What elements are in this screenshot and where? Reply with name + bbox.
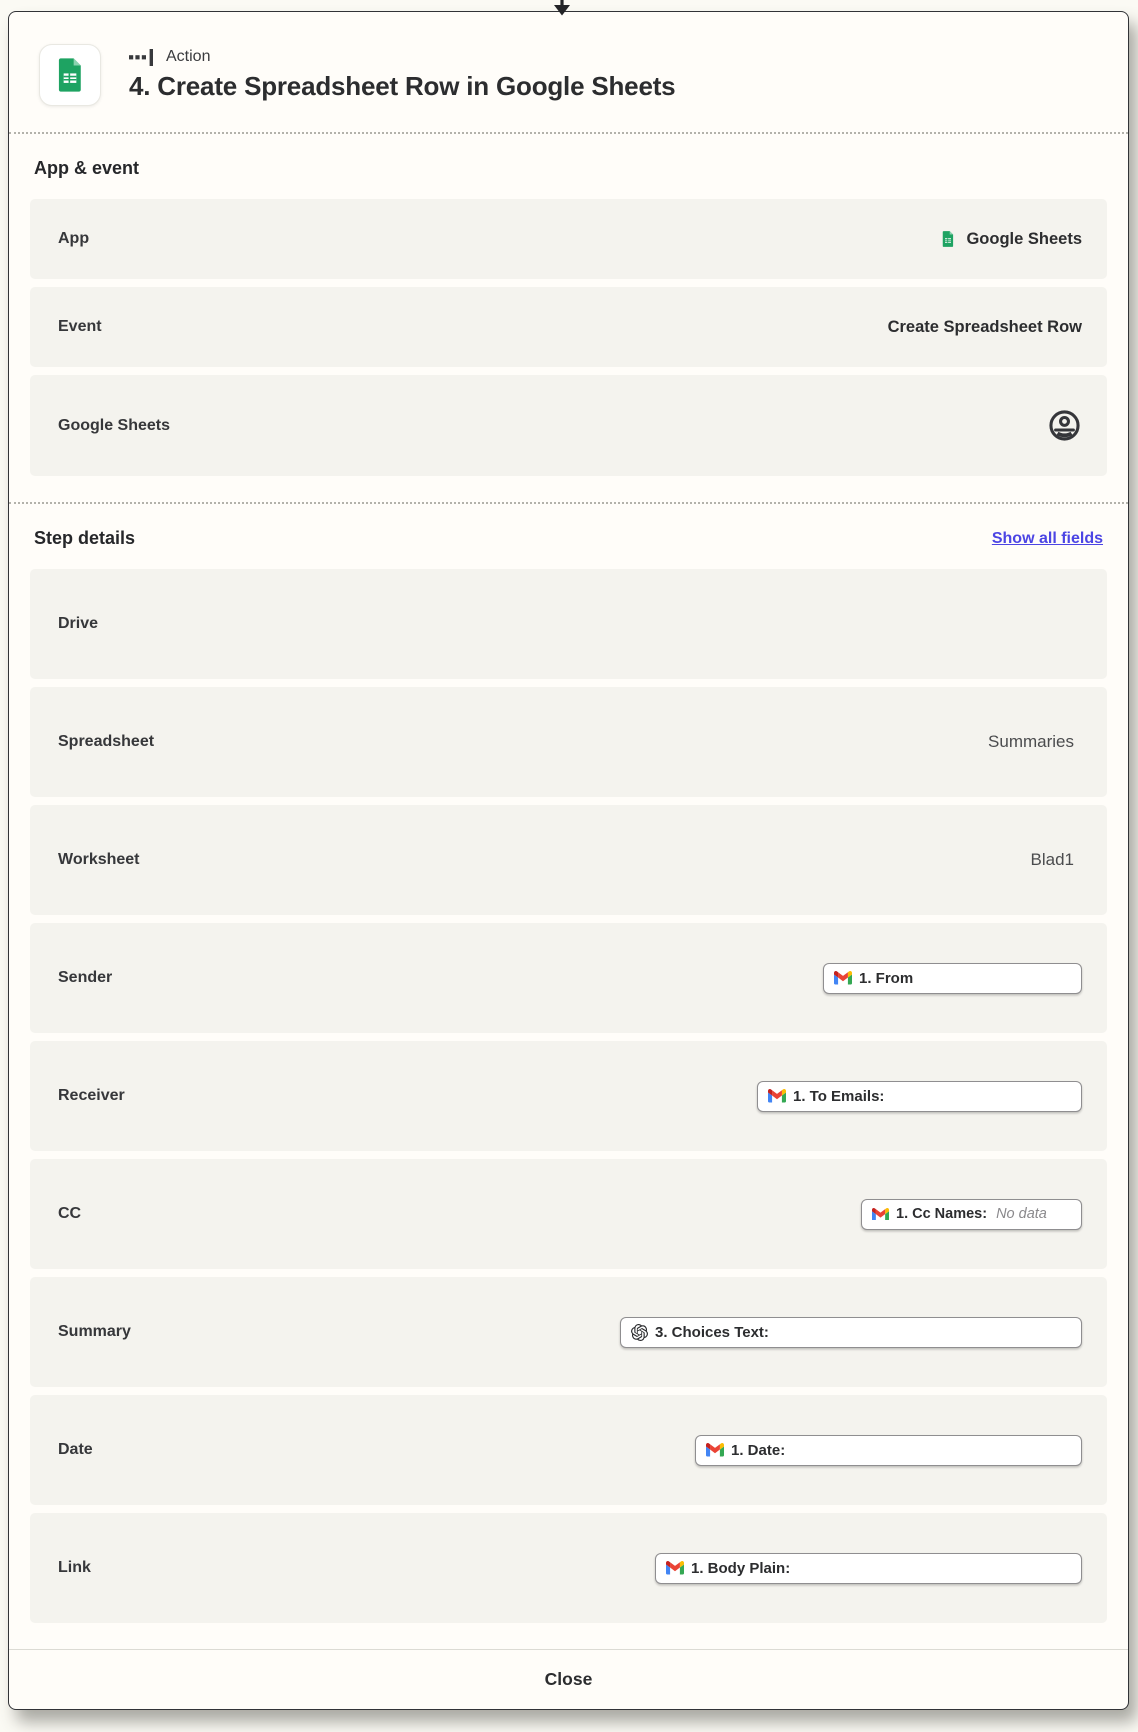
pill-text: 1. From: [859, 970, 913, 987]
field-row-sender[interactable]: Sender 1. From: [30, 923, 1107, 1033]
action-step-icon: [129, 49, 156, 66]
field-row-worksheet[interactable]: Worksheet Blad1: [30, 805, 1107, 915]
step-details-section: Step details Show all fields Drive Sprea…: [9, 502, 1128, 1649]
field-value: Blad1: [1031, 850, 1074, 870]
field-row-spreadsheet[interactable]: Spreadsheet Summaries: [30, 687, 1107, 797]
field-row-date[interactable]: Date 1. Date:: [30, 1395, 1107, 1505]
down-arrow-icon: [551, 0, 573, 17]
field-label: Spreadsheet: [58, 733, 154, 751]
pill-text: 3. Choices Text:: [655, 1324, 769, 1341]
pill-no-data: No data: [996, 1206, 1047, 1222]
field-label: Date: [58, 1441, 93, 1459]
page-title: 4. Create Spreadsheet Row in Google Shee…: [129, 71, 675, 102]
gmail-icon: [666, 1561, 684, 1575]
pill-text: 1. To Emails:: [793, 1088, 884, 1105]
field-label: Link: [58, 1559, 91, 1577]
account-row-label: Google Sheets: [58, 417, 170, 435]
field-row-summary[interactable]: Summary 3. Choices Text:: [30, 1277, 1107, 1387]
gmail-icon: [768, 1089, 786, 1103]
app-row-value: Google Sheets: [966, 230, 1082, 249]
gmail-icon: [706, 1443, 724, 1457]
app-row-label: App: [58, 230, 89, 248]
account-row[interactable]: Google Sheets: [30, 375, 1107, 476]
openai-icon: [631, 1324, 648, 1341]
field-row-link[interactable]: Link 1. Body Plain:: [30, 1513, 1107, 1623]
gmail-icon: [834, 971, 852, 985]
field-row-drive[interactable]: Drive: [30, 569, 1107, 679]
action-step-panel: Action 4. Create Spreadsheet Row in Goog…: [8, 11, 1129, 1710]
field-label: Sender: [58, 969, 112, 987]
mapped-field-pill[interactable]: 1. Body Plain:: [655, 1553, 1082, 1584]
mapped-field-pill[interactable]: 1. Cc Names: No data: [861, 1199, 1082, 1230]
event-row-label: Event: [58, 318, 102, 336]
field-value: Summaries: [988, 732, 1074, 752]
field-label: CC: [58, 1205, 81, 1223]
pill-text: 1. Body Plain:: [691, 1560, 790, 1577]
pill-text: 1. Cc Names:: [896, 1206, 987, 1222]
mapped-field-pill[interactable]: 1. Date:: [695, 1435, 1082, 1466]
account-avatar-icon: [1047, 408, 1082, 443]
event-row-value: Create Spreadsheet Row: [888, 318, 1082, 337]
field-label: Summary: [58, 1323, 131, 1341]
step-details-heading: Step details: [34, 528, 135, 549]
field-label: Drive: [58, 615, 98, 633]
mapped-field-pill[interactable]: 1. To Emails:: [757, 1081, 1082, 1112]
step-header: Action 4. Create Spreadsheet Row in Goog…: [9, 12, 1128, 132]
google-sheets-icon: [939, 230, 957, 248]
event-row[interactable]: Event Create Spreadsheet Row: [30, 287, 1107, 367]
app-event-section: App & event App Google Sheets Event Crea…: [9, 132, 1128, 502]
app-row[interactable]: App Google Sheets: [30, 199, 1107, 279]
field-row-cc[interactable]: CC 1. Cc Names: No data: [30, 1159, 1107, 1269]
mapped-field-pill[interactable]: 3. Choices Text:: [620, 1317, 1082, 1348]
step-kind-label: Action: [166, 48, 210, 66]
field-row-receiver[interactable]: Receiver 1. To Emails:: [30, 1041, 1107, 1151]
field-label: Worksheet: [58, 851, 140, 869]
app-event-heading: App & event: [34, 158, 139, 179]
google-sheets-icon: [39, 44, 101, 106]
field-label: Receiver: [58, 1087, 125, 1105]
pill-text: 1. Date:: [731, 1442, 785, 1459]
show-all-fields-link[interactable]: Show all fields: [992, 530, 1103, 548]
gmail-icon: [872, 1208, 889, 1221]
mapped-field-pill[interactable]: 1. From: [823, 963, 1082, 994]
close-button[interactable]: Close: [9, 1649, 1128, 1709]
